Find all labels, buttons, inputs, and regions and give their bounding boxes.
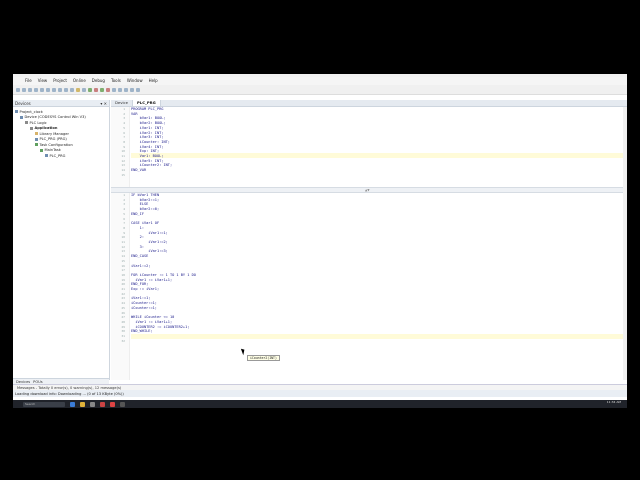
menu-file[interactable]: File (25, 77, 32, 85)
menu-window[interactable]: Window (127, 77, 143, 85)
breakpoint-icon[interactable] (118, 87, 122, 92)
panel-pin-icon[interactable]: ▾ ✕ (100, 101, 107, 106)
library-icon (35, 132, 38, 136)
save-icon[interactable] (28, 87, 32, 92)
desktop-screen: File View Project Online Debug Tools Win… (13, 74, 627, 408)
undo-icon[interactable] (40, 87, 44, 92)
windows-taskbar: Search 11:34 AM (13, 400, 627, 408)
body-line-highlight (131, 334, 627, 339)
tab-plc-prg[interactable]: PLC_PRG (133, 100, 161, 106)
chrome-icon[interactable] (110, 401, 115, 407)
stop-icon[interactable] (106, 87, 110, 92)
step-over-icon[interactable] (124, 87, 128, 92)
menu-debug[interactable]: Debug (92, 77, 105, 85)
tab-device[interactable]: Device (111, 100, 133, 106)
login-icon[interactable] (88, 87, 92, 92)
menu-online[interactable]: Online (73, 77, 86, 85)
menu-project[interactable]: Project (53, 77, 67, 85)
devices-panel-header: Devices ▾ ✕ (13, 100, 109, 107)
project-icon (15, 110, 18, 114)
step-out-icon[interactable] (136, 87, 140, 92)
splitter-grip-icon[interactable]: ▲▼ (365, 188, 370, 192)
taskbar-search[interactable]: Search (23, 401, 65, 407)
tree-item-plc-prg-call[interactable]: PLC_PRG (15, 153, 109, 159)
cut-icon[interactable] (52, 87, 56, 92)
menu-tools[interactable]: Tools (111, 77, 121, 85)
declaration-editor[interactable]: PROGRAM PLC_PRG VAR bVar1: BOOL; bVar2: … (131, 107, 172, 173)
step-into-icon[interactable] (130, 87, 134, 92)
decl-line-numbers: 1 2 3 4 5 6 7 8 9 10 11 12 13 14 15 (121, 107, 125, 177)
taskbar-clock[interactable]: 11:34 AM (607, 401, 621, 404)
redo-icon[interactable] (46, 87, 50, 92)
pou-icon (35, 137, 38, 141)
print-icon[interactable] (34, 87, 38, 92)
copy-icon[interactable] (58, 87, 62, 92)
body-line-numbers: 1 2 3 4 5 6 7 8 9 10 11 12 13 14 15 16 1… (121, 193, 125, 343)
find-icon[interactable] (76, 87, 80, 92)
editor-tabs: Device PLC_PRG (111, 100, 627, 107)
menu-view[interactable]: View (38, 77, 48, 85)
status-text: Loading download info: Downloading ... (… (15, 391, 124, 396)
new-icon[interactable] (16, 87, 20, 92)
program-call-icon (45, 154, 48, 158)
menu-bar: File View Project Online Debug Tools Win… (13, 77, 627, 85)
implementation-editor[interactable]: IF bVar1 THEN bVar2:=1; ELSE bVar2:=0; E… (131, 193, 196, 334)
edge-icon[interactable] (70, 401, 75, 407)
logout-icon[interactable] (94, 87, 98, 92)
delete-icon[interactable] (70, 87, 74, 92)
mouse-cursor-icon (240, 347, 247, 356)
store-icon[interactable] (90, 401, 95, 407)
file-explorer-icon[interactable] (80, 401, 85, 407)
paste-icon[interactable] (64, 87, 68, 92)
autocomplete-tooltip: iCounter2(INT) (247, 355, 280, 361)
start-icon[interactable] (100, 87, 104, 92)
device-icon (20, 115, 23, 119)
code-editor: Device PLC_PRG 1 2 3 4 5 6 7 8 9 10 11 1… (111, 100, 627, 380)
task-icon (40, 148, 43, 152)
devices-panel: Devices ▾ ✕ Project_clock Device (CODESY… (13, 100, 110, 380)
menu-help[interactable]: Help (149, 77, 158, 85)
codesys-icon[interactable] (100, 401, 105, 407)
device-tree: Project_clock Device (CODESYS Control Wi… (13, 107, 109, 159)
editor-scrollbar[interactable] (623, 107, 627, 380)
toolbar (13, 85, 627, 95)
current-line-highlight (131, 153, 627, 158)
build-icon[interactable] (82, 87, 86, 92)
task-config-icon (35, 143, 38, 147)
plc-logic-icon (25, 121, 28, 125)
devices-panel-title: Devices (15, 100, 31, 106)
application-icon (30, 126, 33, 130)
open-icon[interactable] (22, 87, 26, 92)
app-icon[interactable] (120, 401, 125, 407)
reset-icon[interactable] (112, 87, 116, 92)
status-bar: Loading download info: Downloading ... (… (13, 390, 627, 397)
